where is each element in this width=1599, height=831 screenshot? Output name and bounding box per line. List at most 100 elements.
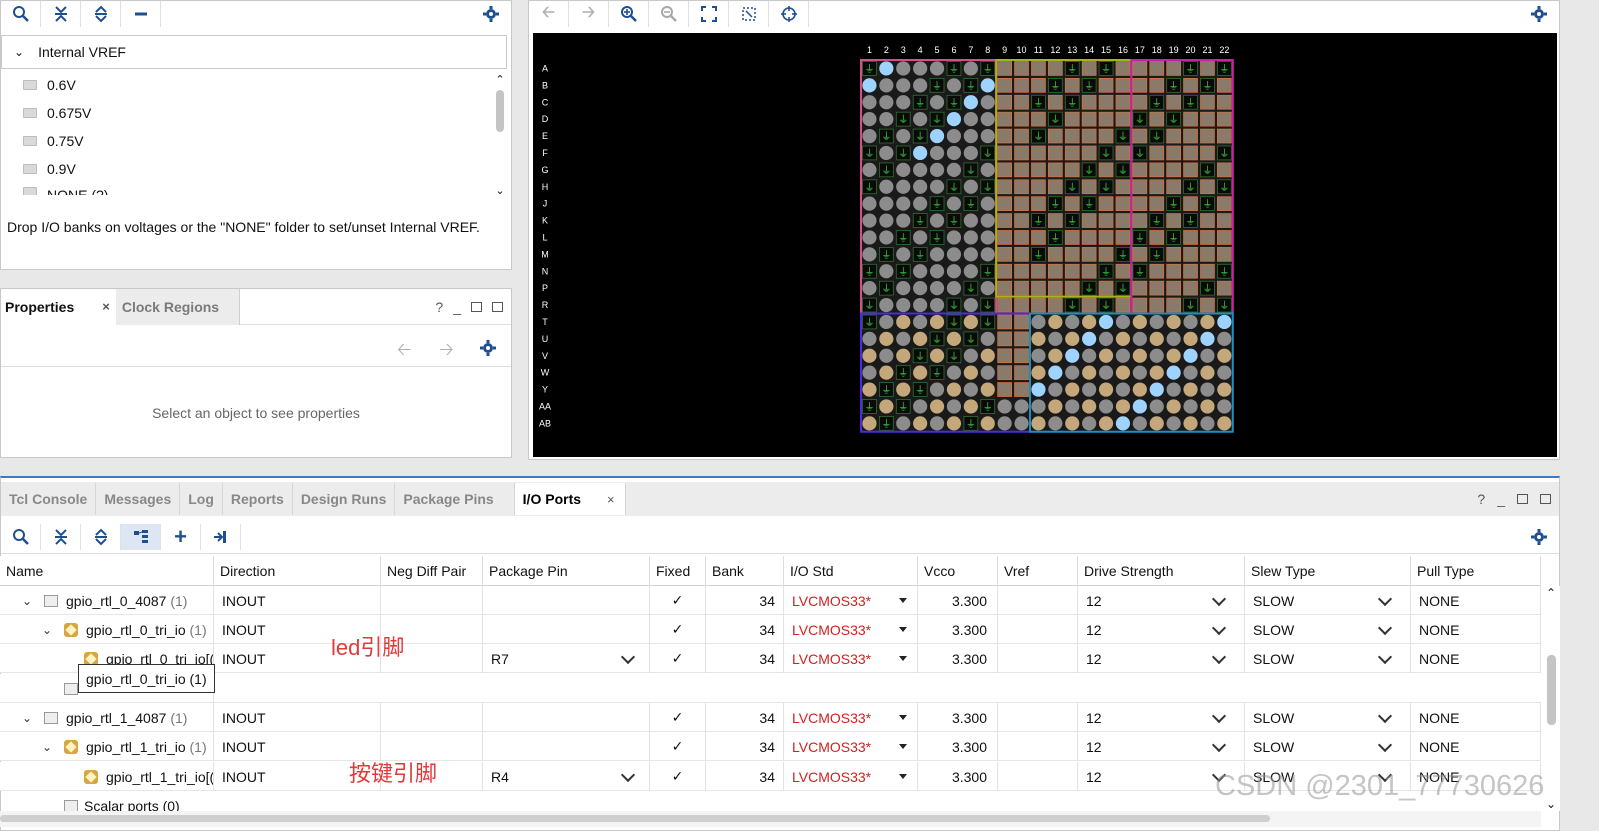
tab-io-ports[interactable]: I/O Ports ×	[514, 483, 626, 515]
package-pin[interactable]	[1014, 145, 1029, 161]
package-pin[interactable]	[1166, 162, 1182, 178]
package-pin[interactable]	[1183, 145, 1198, 161]
package-pin[interactable]	[980, 162, 995, 177]
package-pin[interactable]	[1200, 145, 1215, 161]
package-pin[interactable]	[1098, 280, 1114, 296]
package-pin[interactable]	[879, 264, 894, 279]
table-row[interactable]: ⌄ gpio_rtl_1_tri_io (1) INOUT ✓ 34 LVCMOS33* 3…	[0, 732, 1541, 761]
package-pin[interactable]	[1031, 399, 1046, 414]
package-pin[interactable]	[1014, 331, 1029, 347]
package-pin[interactable]	[862, 128, 877, 144]
package-pin[interactable]	[1048, 382, 1063, 397]
table-row[interactable]: ⌄ gpio_rtl_1_4087 (1) INOUT ✓ 34 LVCMOS33* 3.3…	[0, 703, 1541, 732]
minimize-icon[interactable]: _	[1497, 491, 1505, 507]
dropdown-icon[interactable]	[899, 744, 907, 749]
package-pin[interactable]	[1115, 399, 1131, 414]
package-pin[interactable]	[1166, 179, 1182, 195]
package-pin[interactable]	[1031, 78, 1046, 93]
collapse-all-icon[interactable]	[41, 1, 81, 27]
dropdown-icon[interactable]	[899, 715, 907, 720]
package-pin[interactable]	[946, 128, 962, 144]
package-pin[interactable]	[1065, 416, 1080, 431]
package-pin[interactable]	[1064, 162, 1080, 178]
package-pin[interactable]	[1132, 94, 1148, 110]
back-arrow-icon[interactable]: 🡠	[397, 337, 412, 367]
package-pin[interactable]	[1200, 111, 1215, 127]
package-pin[interactable]	[946, 78, 962, 93]
package-pin[interactable]	[1014, 162, 1029, 178]
package-pin[interactable]	[913, 264, 928, 279]
package-pin[interactable]	[963, 382, 978, 397]
package-pin[interactable]	[913, 145, 928, 161]
package-pin[interactable]	[929, 61, 945, 76]
package-pin[interactable]	[1183, 280, 1198, 296]
fixed-cell[interactable]: ✓	[650, 732, 706, 761]
package-pin[interactable]	[997, 416, 1012, 431]
package-pin[interactable]	[879, 314, 894, 330]
package-pin[interactable]	[946, 196, 962, 211]
package-pin[interactable]	[879, 196, 894, 211]
package-pin[interactable]	[862, 196, 877, 211]
package-pin[interactable]	[946, 162, 962, 177]
package-pin[interactable]	[1166, 331, 1181, 346]
package-pin[interactable]	[1132, 416, 1147, 431]
package-pin[interactable]	[862, 213, 877, 228]
tab-package-pins[interactable]: Package Pins	[395, 483, 515, 515]
package-pin[interactable]	[1183, 230, 1198, 245]
package-pin[interactable]	[929, 264, 945, 279]
tab-log[interactable]: Log	[180, 483, 223, 515]
package-pin[interactable]	[1031, 111, 1046, 127]
tab-messages[interactable]: Messages	[96, 483, 181, 515]
fixed-cell[interactable]: ✓	[650, 762, 706, 791]
package-pin[interactable]	[1149, 179, 1165, 195]
package-pin[interactable]	[913, 196, 928, 211]
package-pin[interactable]	[862, 365, 877, 380]
package-pin[interactable]	[963, 61, 978, 76]
package-pin[interactable]	[1183, 331, 1198, 346]
package-pin[interactable]	[1149, 348, 1164, 363]
package-pin[interactable]	[879, 365, 894, 380]
maximize-icon[interactable]	[471, 301, 482, 312]
package-pin[interactable]	[1115, 94, 1131, 110]
package-pin[interactable]	[980, 230, 995, 245]
package-pin[interactable]	[1200, 382, 1215, 397]
package-pin[interactable]	[1014, 111, 1029, 127]
package-pin[interactable]	[1183, 399, 1198, 414]
package-pin[interactable]	[980, 95, 995, 110]
maximize-icon[interactable]	[1517, 494, 1528, 504]
package-pin[interactable]	[1031, 263, 1046, 279]
package-pin[interactable]	[929, 247, 945, 262]
package-pin[interactable]	[1166, 297, 1182, 313]
package-pin[interactable]	[1132, 196, 1148, 211]
package-pin[interactable]	[896, 348, 911, 363]
package-pin[interactable]	[1200, 297, 1215, 313]
scroll-up-icon[interactable]: ⌃	[493, 73, 507, 86]
package-pin[interactable]	[913, 399, 928, 414]
package-pin[interactable]	[862, 247, 877, 262]
package-pin[interactable]	[1166, 314, 1181, 330]
drive-strength-cell[interactable]: 12	[1078, 586, 1245, 615]
package-pin[interactable]	[963, 230, 978, 245]
package-pin[interactable]	[1065, 365, 1080, 380]
package-pin[interactable]	[1200, 399, 1215, 414]
gear-icon[interactable]	[1519, 1, 1559, 27]
package-pin[interactable]	[997, 331, 1013, 347]
package-pin[interactable]	[1200, 365, 1215, 380]
package-pin[interactable]	[1217, 213, 1232, 228]
table-hscrollbar[interactable]	[0, 811, 1541, 827]
package-pin[interactable]	[1183, 382, 1198, 397]
package-pin[interactable]	[1132, 179, 1148, 195]
package-pin[interactable]	[879, 112, 894, 127]
package-pin[interactable]	[980, 281, 995, 296]
io-std-cell[interactable]: LVCMOS33*	[784, 586, 918, 615]
package-pin[interactable]	[1014, 416, 1029, 431]
package-pin[interactable]	[913, 281, 928, 296]
float-icon[interactable]	[1540, 494, 1551, 504]
pull-type-cell[interactable]: NONE	[1411, 703, 1541, 732]
package-pin[interactable]	[1183, 348, 1198, 363]
col-drive-strength[interactable]: Drive Strength	[1078, 556, 1245, 586]
package-pin[interactable]	[1064, 128, 1080, 144]
package-pin[interactable]	[1064, 230, 1080, 245]
package-pin[interactable]	[1082, 348, 1097, 363]
package-pin[interactable]	[963, 365, 978, 380]
